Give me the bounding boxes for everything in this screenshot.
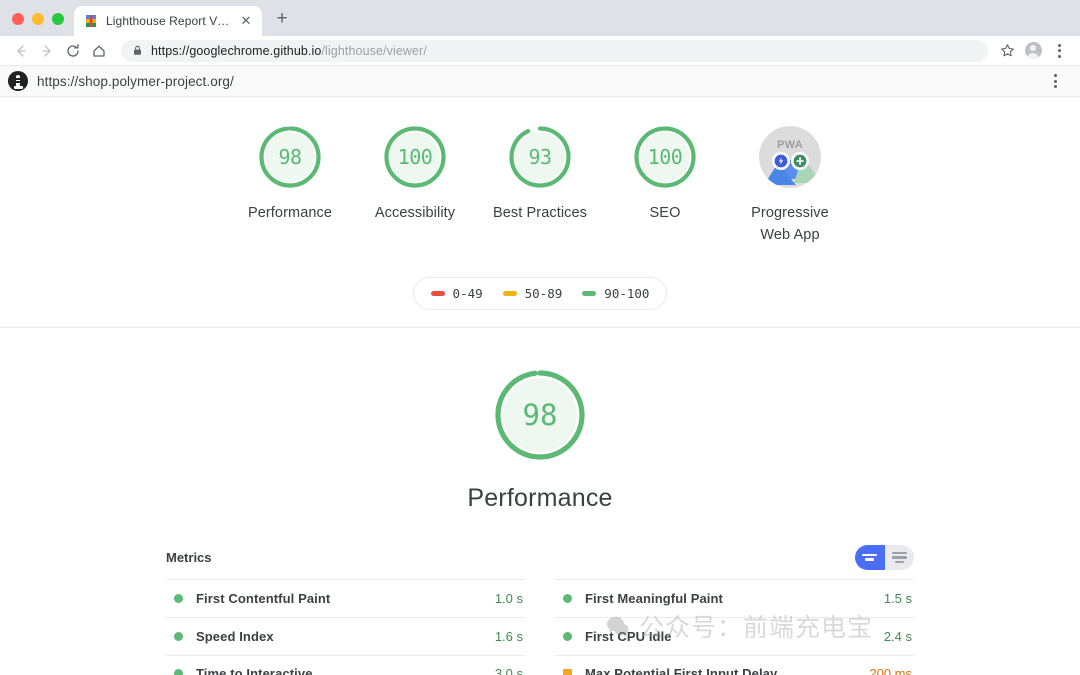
browser-tabstrip: Lighthouse Report Viewer ✕ + — [0, 0, 1080, 36]
new-tab-button[interactable]: + — [268, 5, 296, 33]
svg-text:PWA: PWA — [777, 139, 803, 151]
metric-status-marker — [174, 669, 183, 675]
metric-status-marker — [174, 593, 183, 603]
metric-name: First Contentful Paint — [196, 590, 331, 606]
metric-name: Speed Index — [196, 628, 274, 644]
lighthouse-report: 98 Performance 100 Accessibility 93 Best… — [0, 97, 1080, 675]
back-button[interactable] — [8, 38, 34, 64]
gauge-ring-best-practices: 93 — [506, 123, 574, 191]
legend-label: 90-100 — [604, 285, 650, 301]
gauge-ring-accessibility: 100 — [381, 123, 449, 191]
legend-item-pass: 90-100 — [582, 286, 649, 301]
metric-row[interactable]: Speed Index 1.6 s — [166, 616, 525, 655]
metric-row[interactable]: First Meaningful Paint 1.5 s — [555, 578, 914, 617]
score-label: SEO — [649, 205, 681, 221]
gauge-ring-performance: 98 — [256, 123, 324, 191]
score-label: Performance — [247, 205, 333, 221]
gauge-ring-seo: 100 — [631, 123, 699, 191]
metric-value: 1.5 s — [883, 590, 912, 606]
address-bar[interactable]: https://googlechrome.github.io/lighthous… — [121, 39, 988, 62]
report-menu-icon[interactable] — [1042, 68, 1068, 94]
metric-value: 200 ms — [869, 666, 912, 675]
score-summary: 98 Performance 100 Accessibility 93 Best… — [0, 97, 1080, 310]
metric-row[interactable]: Time to Interactive 3.0 s — [166, 654, 525, 675]
metric-name: First CPU Idle — [585, 628, 672, 644]
reload-button[interactable] — [60, 38, 86, 64]
forward-button[interactable] — [34, 38, 60, 64]
metrics-section: Metrics First Contentful Paint 1.0 s Spe… — [166, 544, 914, 675]
legend-label: 50-89 — [524, 285, 563, 301]
legend-swatch-average — [502, 290, 517, 296]
metric-name: Time to Interactive — [196, 666, 313, 675]
metric-name: Max Potential First Input Delay — [585, 666, 778, 675]
metric-status-marker — [563, 631, 572, 641]
legend-item-fail: 0-49 — [430, 285, 483, 301]
window-traffic-lights — [0, 13, 74, 36]
lighthouse-favicon-icon — [84, 14, 98, 28]
score-gauges: 98 Performance 100 Accessibility 93 Best… — [228, 123, 853, 247]
metric-status-marker — [563, 669, 572, 675]
tab-title: Lighthouse Report Viewer — [106, 14, 230, 28]
metrics-grid: First Contentful Paint 1.0 s Speed Index… — [166, 578, 914, 675]
browser-tab-lighthouse[interactable]: Lighthouse Report Viewer ✕ — [74, 6, 262, 36]
score-value: 98 — [278, 145, 302, 169]
legend-swatch-fail — [430, 290, 445, 296]
profile-avatar-icon[interactable] — [1020, 38, 1046, 64]
legend-item-average: 50-89 — [502, 285, 563, 301]
metric-row[interactable]: First Contentful Paint 1.0 s — [166, 578, 525, 617]
score-label: Accessibility — [374, 205, 456, 221]
toggle-expanded-view-icon[interactable] — [884, 544, 914, 570]
score-gauge-pwa[interactable]: PWA Progressive Web App — [728, 123, 853, 247]
score-value: 93 — [528, 145, 552, 169]
url-origin: https://googlechrome.github.io — [151, 43, 322, 58]
score-gauge-accessibility[interactable]: 100 Accessibility — [353, 123, 478, 224]
maximize-window-button[interactable] — [52, 13, 64, 25]
score-gauge-seo[interactable]: 100 SEO — [603, 123, 728, 224]
metrics-title: Metrics — [166, 549, 212, 565]
lighthouse-header-bar: https://shop.polymer-project.org/ — [0, 66, 1080, 97]
legend-swatch-pass — [582, 290, 597, 296]
big-gauge-ring: 98 — [491, 366, 589, 464]
score-gauge-best-practices[interactable]: 93 Best Practices — [478, 123, 603, 224]
close-window-button[interactable] — [12, 13, 24, 25]
minimize-window-button[interactable] — [32, 13, 44, 25]
score-label: Best Practices — [492, 205, 588, 221]
score-legend: 0-49 50-89 90-100 — [412, 276, 668, 310]
home-button[interactable] — [86, 38, 112, 64]
bookmark-star-icon[interactable] — [994, 38, 1020, 64]
big-score-label: Performance — [467, 483, 613, 512]
metric-value: 1.6 s — [494, 628, 523, 644]
lighthouse-logo-icon — [8, 71, 28, 91]
legend-label: 0-49 — [452, 285, 483, 301]
pwa-badge-icon: PWA — [756, 123, 824, 191]
metrics-header: Metrics — [166, 544, 914, 579]
metric-row[interactable]: First CPU Idle 2.4 s — [555, 616, 914, 655]
address-bar-url: https://googlechrome.github.io/lighthous… — [151, 44, 427, 58]
big-score-value: 98 — [522, 397, 558, 432]
metrics-column-left: First Contentful Paint 1.0 s Speed Index… — [166, 578, 525, 675]
score-value: 100 — [397, 145, 433, 169]
browser-toolbar: https://googlechrome.github.io/lighthous… — [0, 36, 1080, 66]
metric-status-marker — [563, 593, 572, 603]
tab-close-icon[interactable]: ✕ — [238, 13, 254, 29]
url-path: /lighthouse/viewer/ — [321, 43, 427, 58]
metrics-column-right: First Meaningful Paint 1.5 s First CPU I… — [555, 578, 914, 675]
metric-value: 2.4 s — [883, 628, 912, 644]
toggle-simple-view-icon[interactable] — [855, 544, 885, 570]
score-value: 100 — [647, 145, 683, 169]
score-label-pwa: Progressive Web App — [751, 205, 829, 244]
audited-url: https://shop.polymer-project.org/ — [37, 73, 234, 89]
metric-value: 3.0 s — [494, 666, 523, 675]
browser-menu-icon[interactable] — [1046, 38, 1072, 64]
metrics-view-toggle[interactable] — [855, 544, 914, 570]
metric-value: 1.0 s — [494, 590, 523, 606]
metric-name: First Meaningful Paint — [585, 590, 723, 606]
lock-icon — [132, 45, 143, 56]
metric-row[interactable]: Max Potential First Input Delay 200 ms — [555, 654, 914, 675]
score-gauge-performance[interactable]: 98 Performance — [228, 123, 353, 224]
performance-category-header: 98 Performance — [0, 328, 1080, 513]
metric-status-marker — [174, 631, 183, 641]
